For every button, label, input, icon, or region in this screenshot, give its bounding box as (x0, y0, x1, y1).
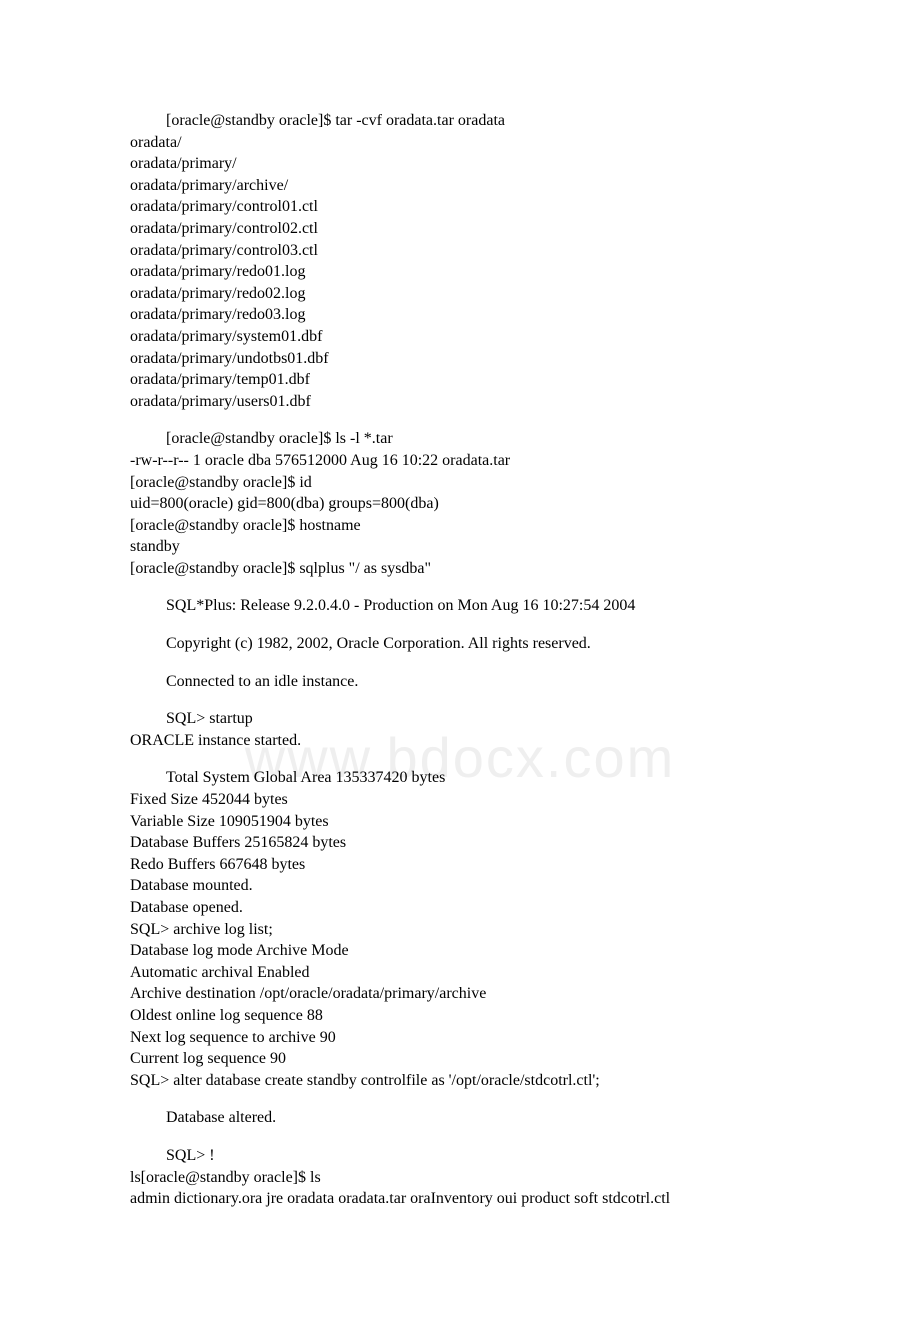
text-line: uid=800(oracle) gid=800(dba) groups=800(… (130, 493, 800, 515)
text-line: oradata/primary/control03.ctl (130, 240, 800, 262)
text-line: [oracle@standby oracle]$ id (130, 472, 800, 494)
text-line: Archive destination /opt/oracle/oradata/… (130, 983, 800, 1005)
text-line: [oracle@standby oracle]$ tar -cvf oradat… (130, 110, 800, 132)
text-line: oradata/primary/users01.dbf (130, 391, 800, 413)
document-page: [oracle@standby oracle]$ tar -cvf oradat… (0, 0, 920, 1320)
text-line: Fixed Size 452044 bytes (130, 789, 800, 811)
text-line: oradata/primary/ (130, 153, 800, 175)
text-line: Database Buffers 25165824 bytes (130, 832, 800, 854)
text-line: oradata/primary/control01.ctl (130, 196, 800, 218)
document-body: [oracle@standby oracle]$ tar -cvf oradat… (130, 110, 800, 1210)
text-line: oradata/primary/system01.dbf (130, 326, 800, 348)
text-line: [oracle@standby oracle]$ ls -l *.tar (130, 428, 800, 450)
text-line: Copyright (c) 1982, 2002, Oracle Corpora… (130, 633, 800, 655)
text-line: SQL*Plus: Release 9.2.0.4.0 - Production… (130, 595, 800, 617)
text-line: standby (130, 536, 800, 558)
text-line: ORACLE instance started. (130, 730, 800, 752)
text-line: [oracle@standby oracle]$ hostname (130, 515, 800, 537)
text-line: oradata/ (130, 132, 800, 154)
text-line: oradata/primary/control02.ctl (130, 218, 800, 240)
text-line: admin dictionary.ora jre oradata oradata… (130, 1188, 800, 1210)
text-line: Automatic archival Enabled (130, 962, 800, 984)
text-line: SQL> archive log list; (130, 919, 800, 941)
text-line: -rw-r--r-- 1 oracle dba 576512000 Aug 16… (130, 450, 800, 472)
text-line: SQL> alter database create standby contr… (130, 1070, 800, 1092)
text-line: Database log mode Archive Mode (130, 940, 800, 962)
text-line: SQL> startup (130, 708, 800, 730)
text-line: [oracle@standby oracle]$ sqlplus "/ as s… (130, 558, 800, 580)
text-line: ls[oracle@standby oracle]$ ls (130, 1167, 800, 1189)
text-line: Current log sequence 90 (130, 1048, 800, 1070)
text-line: Connected to an idle instance. (130, 671, 800, 693)
text-line: Database mounted. (130, 875, 800, 897)
text-line: SQL> ! (130, 1145, 800, 1167)
text-line: Total System Global Area 135337420 bytes (130, 767, 800, 789)
text-line: oradata/primary/archive/ (130, 175, 800, 197)
text-line: Database opened. (130, 897, 800, 919)
text-line: Redo Buffers 667648 bytes (130, 854, 800, 876)
text-line: oradata/primary/temp01.dbf (130, 369, 800, 391)
text-line: oradata/primary/undotbs01.dbf (130, 348, 800, 370)
text-line: Database altered. (130, 1107, 800, 1129)
text-line: oradata/primary/redo01.log (130, 261, 800, 283)
text-line: Variable Size 109051904 bytes (130, 811, 800, 833)
text-line: oradata/primary/redo03.log (130, 304, 800, 326)
text-line: oradata/primary/redo02.log (130, 283, 800, 305)
text-line: Next log sequence to archive 90 (130, 1027, 800, 1049)
text-line: Oldest online log sequence 88 (130, 1005, 800, 1027)
